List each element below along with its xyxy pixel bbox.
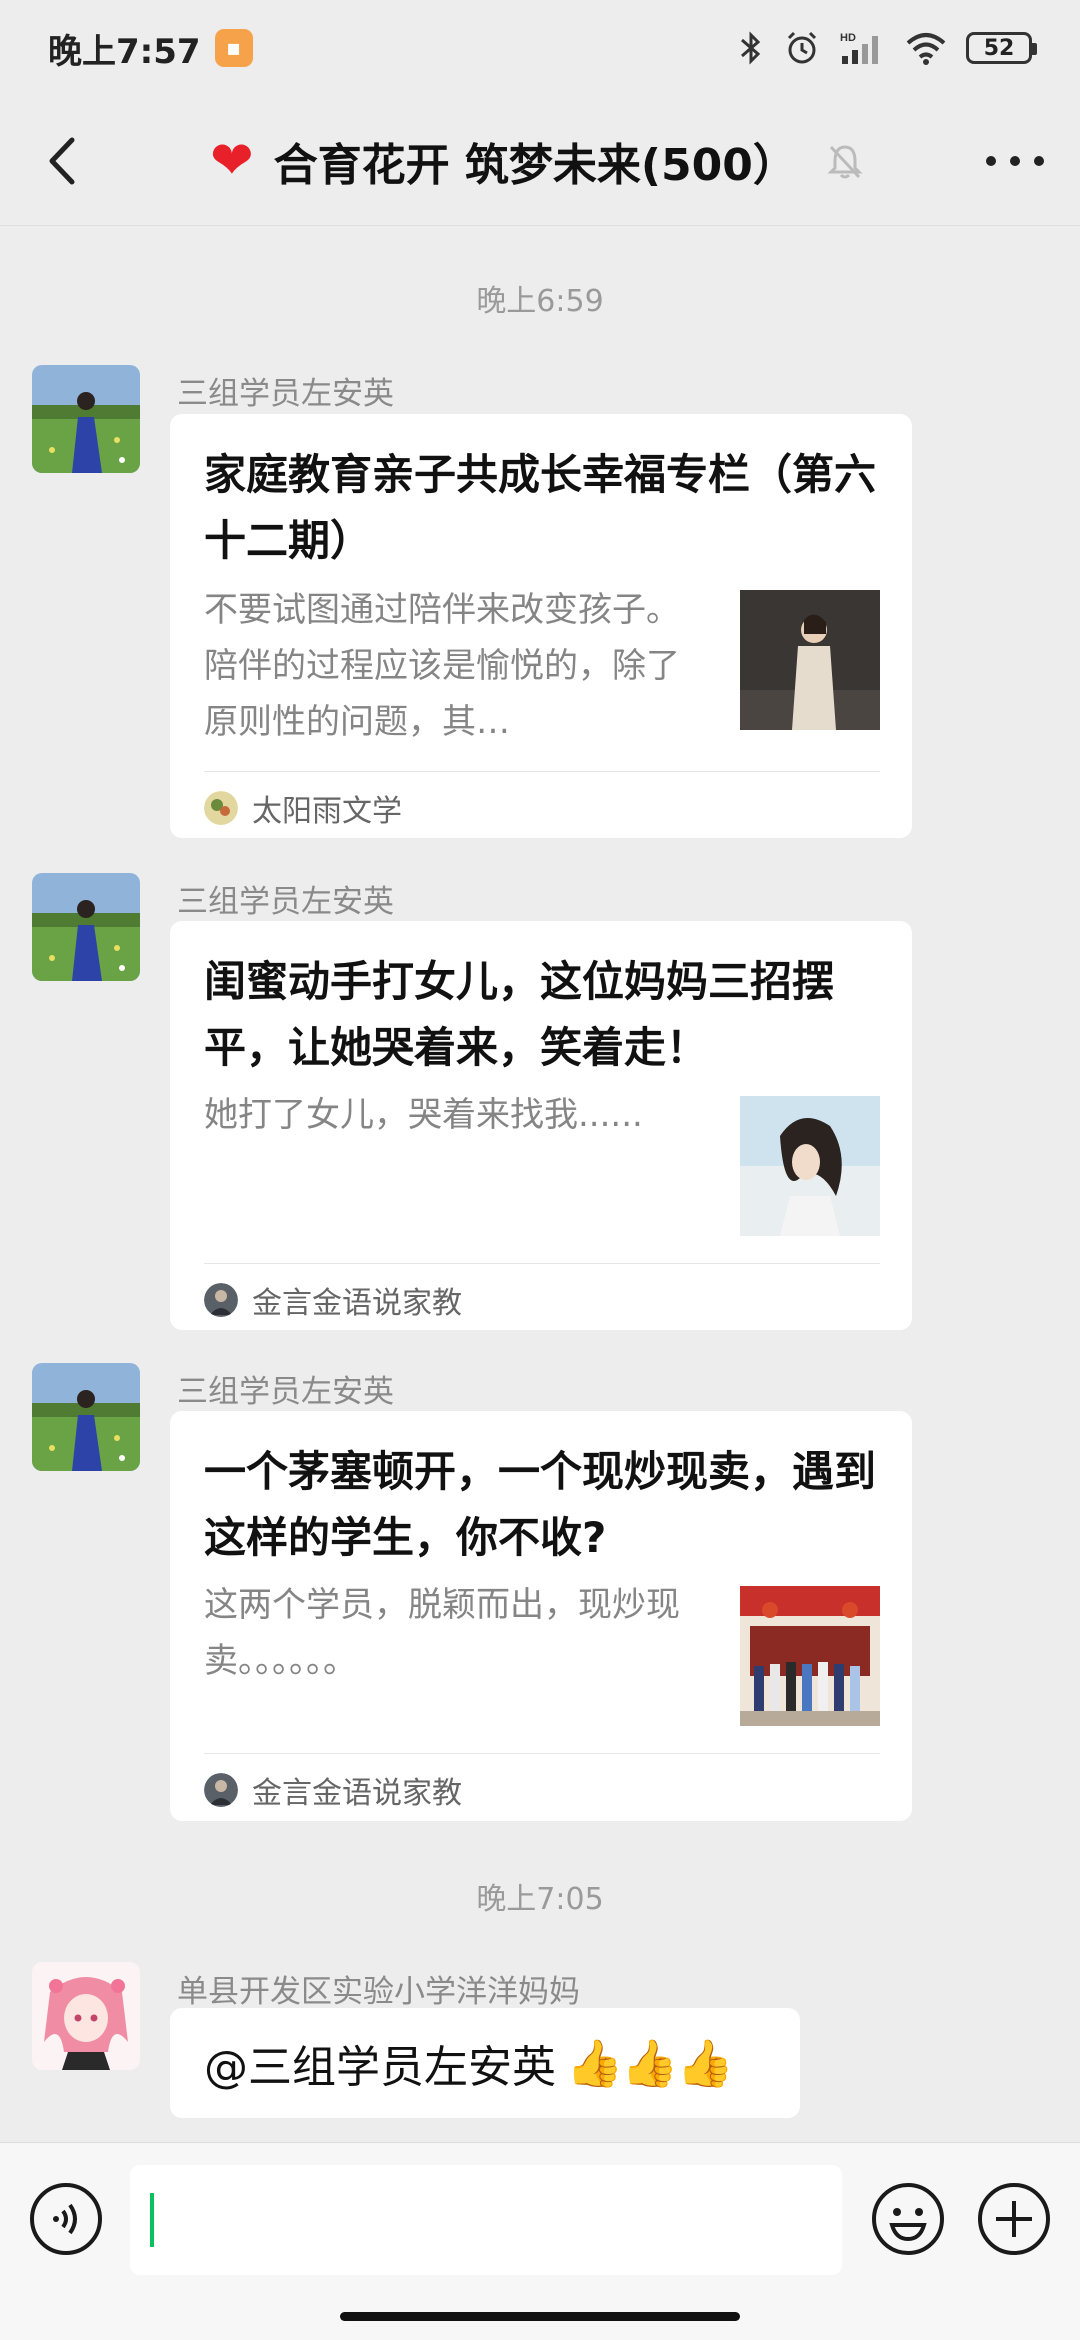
article-title: 一个茅塞顿开，一个现炒现卖，遇到这样的学生，你不收? xyxy=(204,1447,877,1562)
source-logo-icon xyxy=(204,1773,238,1807)
article-thumbnail xyxy=(740,1586,880,1726)
card-divider xyxy=(204,1753,880,1754)
signal-icon: HD xyxy=(840,32,878,64)
emoji-icon[interactable] xyxy=(870,2181,946,2257)
dot-icon xyxy=(986,156,996,166)
source-logo-icon xyxy=(204,1283,238,1317)
plus-icon[interactable] xyxy=(976,2181,1052,2257)
back-arrow-icon[interactable] xyxy=(30,126,100,196)
sender-name: 单县开发区实验小学洋洋妈妈 xyxy=(177,1974,580,2010)
avatar[interactable] xyxy=(32,873,140,981)
source-name: 金言金语说家教 xyxy=(252,1286,462,1321)
article-description: 这两个学员，脱颖而出，现炒现卖。。。。。。 xyxy=(204,1585,680,1681)
battery-level: 52 xyxy=(983,35,1015,61)
input-bar xyxy=(0,2142,1080,2340)
sender-name: 三组学员左安英 xyxy=(177,884,394,920)
source-logo-icon xyxy=(204,791,238,825)
chat-title[interactable]: ❤ 合育花开 筑梦未来(500） xyxy=(210,128,865,194)
wifi-icon xyxy=(906,33,946,65)
dot-icon xyxy=(1034,156,1044,166)
timestamp-separator: 晚上6:59 xyxy=(476,284,604,319)
article-source: 太阳雨文学 xyxy=(204,786,402,830)
status-bar: 晚上7:57 ▪ HD 52 xyxy=(0,0,1080,96)
chat-header: ❤ 合育花开 筑梦未来(500） xyxy=(0,96,1080,226)
avatar[interactable] xyxy=(32,365,140,473)
message-text: @三组学员左安英 xyxy=(204,2042,556,2093)
message-input[interactable] xyxy=(130,2165,842,2275)
article-card[interactable]: 一个茅塞顿开，一个现炒现卖，遇到这样的学生，你不收? 这两个学员，脱颖而出，现炒… xyxy=(170,1411,912,1821)
article-card[interactable]: 家庭教育亲子共成长幸福专栏（第六十二期） 不要试图通过陪伴来改变孩子。陪伴的过程… xyxy=(170,414,912,838)
alarm-icon xyxy=(787,31,817,64)
article-thumbnail xyxy=(740,590,880,730)
voice-input-icon[interactable] xyxy=(28,2181,104,2257)
article-source: 金言金语说家教 xyxy=(204,1768,462,1812)
source-name: 太阳雨文学 xyxy=(252,794,402,829)
sender-name: 三组学员左安英 xyxy=(177,1374,394,1410)
thumbs-up-emoji: 👍👍👍 xyxy=(566,2035,734,2090)
text-message-bubble[interactable]: @三组学员左安英 👍👍👍 xyxy=(170,2008,800,2118)
avatar[interactable] xyxy=(32,1962,140,2070)
mute-bell-icon xyxy=(827,145,863,179)
article-title: 闺蜜动手打女儿，这位妈妈三招摆平，让她哭着来，笑着走！ xyxy=(204,957,835,1072)
timestamp-separator: 晚上7:05 xyxy=(476,1882,604,1917)
sender-name: 三组学员左安英 xyxy=(177,376,394,412)
card-divider xyxy=(204,771,880,772)
article-card[interactable]: 闺蜜动手打女儿，这位妈妈三招摆平，让她哭着来，笑着走！ 她打了女儿，哭着来找我.… xyxy=(170,921,912,1330)
text-cursor xyxy=(150,2193,154,2247)
heart-icon: ❤ xyxy=(210,131,254,191)
source-name: 金言金语说家教 xyxy=(252,1776,462,1811)
svg-text:HD: HD xyxy=(840,32,856,44)
dot-icon xyxy=(1010,156,1020,166)
card-divider xyxy=(204,1263,880,1264)
app-notification-icon: ▪ xyxy=(214,29,253,67)
home-indicator[interactable] xyxy=(340,2312,740,2321)
group-name: 合育花开 筑梦未来(500） xyxy=(273,140,797,191)
bluetooth-icon xyxy=(741,31,761,65)
article-thumbnail xyxy=(740,1096,880,1236)
article-description: 她打了女儿，哭着来找我...... xyxy=(204,1095,643,1135)
more-options-button[interactable] xyxy=(980,136,1050,186)
battery-indicator: 52 xyxy=(966,32,1037,64)
avatar[interactable] xyxy=(32,1363,140,1471)
article-description: 不要试图通过陪伴来改变孩子。陪伴的过程应该是愉悦的，除了原则性的问题，其… xyxy=(204,590,680,742)
article-title: 家庭教育亲子共成长幸福专栏（第六十二期） xyxy=(204,450,877,565)
status-time: 晚上7:57 xyxy=(48,31,201,72)
article-source: 金言金语说家教 xyxy=(204,1278,462,1322)
